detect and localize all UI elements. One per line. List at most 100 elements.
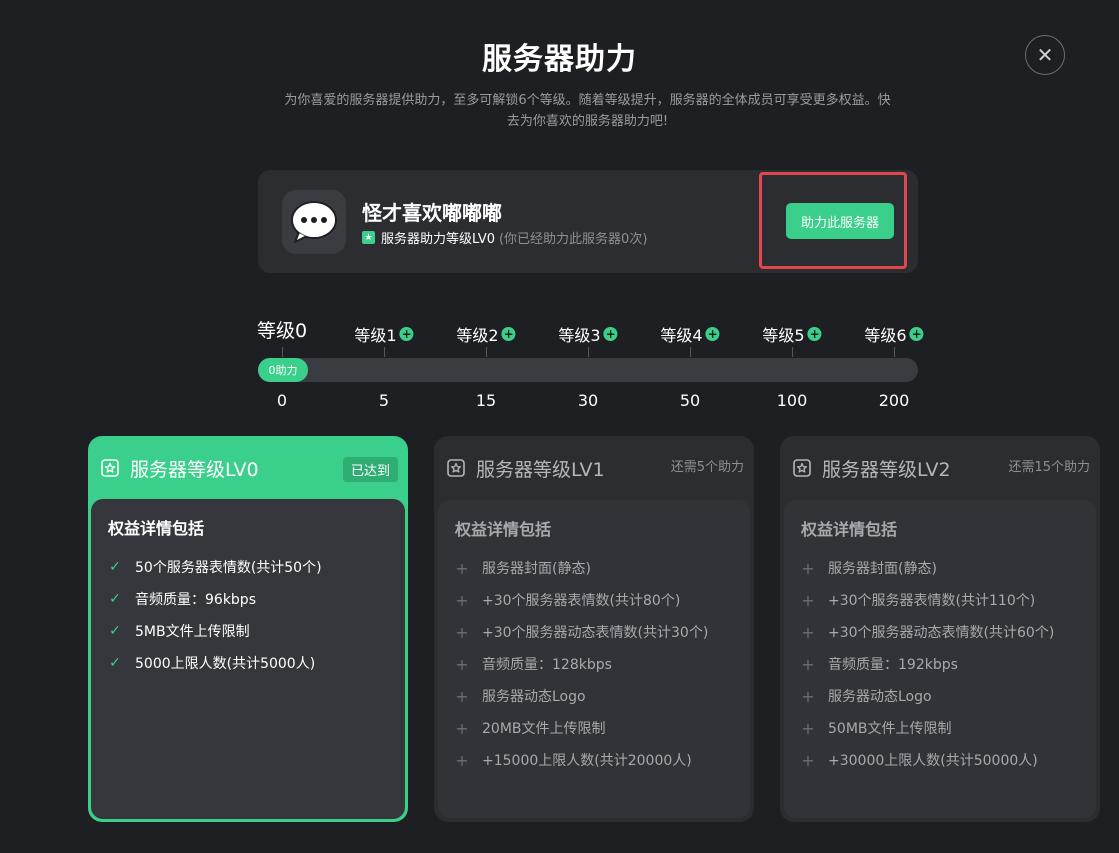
server-name: 怪才喜欢嘟嘟嘟 xyxy=(362,201,502,225)
progress-tick xyxy=(282,347,283,357)
plus-icon: + xyxy=(455,718,469,738)
plus-circle-icon[interactable]: + xyxy=(501,327,516,341)
plus-icon: + xyxy=(801,750,815,770)
star-badge-icon xyxy=(101,459,119,477)
tier-card-lv2: 服务器等级LV2 还需15个助力 权益详情包括 + 服务器封面(静态) + +30个… xyxy=(780,436,1100,822)
tier-body: 权益详情包括 ✓ 50个服务器表情数(共计50个) ✓ 音频质量：96kbps ✓ 5… xyxy=(91,499,405,819)
progress-tick xyxy=(792,347,793,357)
level-label-4: 等级4 + xyxy=(660,326,720,345)
benefit-item: + +30个服务器表情数(共计80个) xyxy=(455,590,681,610)
boost-progress-track xyxy=(258,358,918,382)
benefits-list: + 服务器封面(静态) + +30个服务器表情数(共计110个) + +30个服务器动… xyxy=(801,552,1054,776)
plus-icon: + xyxy=(455,590,469,610)
boost-progress-fill: 0助力 xyxy=(258,358,308,382)
plus-circle-icon[interactable]: + xyxy=(807,327,822,341)
tier-body: 权益详情包括 + 服务器封面(静态) + +30个服务器表情数(共计80个) + +3… xyxy=(438,500,750,818)
benefit-item: + 服务器动态Logo xyxy=(801,686,932,706)
tier-status-text: 还需5个助力 xyxy=(670,460,744,475)
tier-header: 服务器等级LV0 xyxy=(100,453,259,483)
benefit-item: +50MB文件上传限制 xyxy=(801,718,952,738)
star-badge-icon xyxy=(793,459,811,477)
close-button[interactable]: ✕ xyxy=(1025,35,1065,75)
level-label-3: 等级3 + xyxy=(558,326,618,345)
server-avatar xyxy=(282,190,346,254)
benefit-item: + +15000上限人数(共计20000人) xyxy=(455,750,692,770)
plus-circle-icon[interactable]: + xyxy=(399,327,414,341)
subtitle-line-1: 为你喜爱的服务器提供助力，至多可解锁6个等级。随着等级提升，服务器的全体成员可享… xyxy=(284,93,891,108)
threshold-value-3: 30 xyxy=(577,391,599,410)
tier-title: 服务器等级LV2 xyxy=(822,458,951,481)
subtitle-line-2: 去为你喜欢的服务器助力吧! xyxy=(506,114,669,129)
plus-icon: + xyxy=(455,750,469,770)
level-label-2: 等级2 + xyxy=(456,326,516,345)
tier-status-text: 还需15个助力 xyxy=(1008,460,1090,475)
plus-icon: + xyxy=(801,590,815,610)
plus-icon: + xyxy=(801,558,815,578)
progress-tick xyxy=(384,347,385,357)
benefit-item: +20MB文件上传限制 xyxy=(455,718,606,738)
benefit-item: + +30个服务器动态表情数(共计60个) xyxy=(801,622,1055,642)
plus-icon: + xyxy=(455,686,469,706)
tier-header: 服务器等级LV1 xyxy=(446,453,605,483)
benefit-item: + 音频质量：128kbps xyxy=(455,654,612,674)
progress-tick xyxy=(588,347,589,357)
level-label-1: 等级1 + xyxy=(354,326,414,345)
benefits-title: 权益详情包括 xyxy=(801,520,898,539)
benefits-title: 权益详情包括 xyxy=(108,519,205,538)
benefits-title: 权益详情包括 xyxy=(455,520,552,539)
plus-icon: + xyxy=(801,622,815,642)
plus-icon: + xyxy=(801,654,815,674)
plus-icon: + xyxy=(455,622,469,642)
benefits-list: ✓ 50个服务器表情数(共计50个) ✓ 音频质量：96kbps ✓ 5MB文件上传限… xyxy=(108,551,322,679)
server-level-text: 服务器助力等级LV0 xyxy=(381,232,495,247)
plus-icon: + xyxy=(455,654,469,674)
tier-body: 权益详情包括 + 服务器封面(静态) + +30个服务器表情数(共计110个) + +… xyxy=(784,500,1096,818)
plus-circle-icon[interactable]: + xyxy=(909,327,924,341)
threshold-value-0: 0 xyxy=(276,391,288,410)
star-badge-icon xyxy=(447,459,465,477)
benefit-item: + 音频质量：192kbps xyxy=(801,654,958,674)
benefit-item: + +30000上限人数(共计50000人) xyxy=(801,750,1038,770)
server-level-line: ★ 服务器助力等级LV0 (你已经助力此服务器0次) xyxy=(362,228,647,247)
threshold-value-1: 5 xyxy=(378,391,390,410)
threshold-value-5: 100 xyxy=(776,391,808,410)
benefit-item: + 服务器封面(静态) xyxy=(801,558,937,578)
dialog-title: 服务器助力 xyxy=(482,42,637,77)
threshold-value-4: 50 xyxy=(679,391,701,410)
level-badge-icon: ★ xyxy=(362,231,375,244)
progress-tick xyxy=(690,347,691,357)
benefit-item: + +30个服务器表情数(共计110个) xyxy=(801,590,1036,610)
threshold-value-6: 200 xyxy=(878,391,910,410)
benefit-item: ✓ 音频质量：96kbps xyxy=(109,591,256,608)
plus-circle-icon[interactable]: + xyxy=(603,327,618,341)
plus-circle-icon[interactable]: + xyxy=(705,327,720,341)
tier-header: 服务器等级LV2 xyxy=(792,453,951,483)
tier-title: 服务器等级LV0 xyxy=(130,458,259,481)
threshold-value-2: 15 xyxy=(475,391,497,410)
level-label-5: 等级5 + xyxy=(762,326,822,345)
plus-icon: + xyxy=(801,718,815,738)
tier-card-lv1: 服务器等级LV1 还需5个助力 权益详情包括 + 服务器封面(静态) + +30个服… xyxy=(434,436,754,822)
benefit-item: + +30个服务器动态表情数(共计30个) xyxy=(455,622,709,642)
check-icon: ✓ xyxy=(109,623,121,639)
plus-icon: + xyxy=(801,686,815,706)
benefit-item: + 服务器封面(静态) xyxy=(455,558,591,578)
benefit-item: ✓ 50个服务器表情数(共计50个) xyxy=(109,559,322,576)
tier-status-badge: 已达到 xyxy=(342,457,398,482)
benefit-item: ✓ 5MB文件上传限制 xyxy=(109,623,250,640)
check-icon: ✓ xyxy=(109,559,121,575)
plus-icon: + xyxy=(455,558,469,578)
level-label-6: 等级6 + xyxy=(864,326,924,345)
benefits-list: + 服务器封面(静态) + +30个服务器表情数(共计80个) + +30个服务器动态… xyxy=(455,552,708,776)
boost-server-button[interactable]: 助力此服务器 xyxy=(786,203,894,239)
dialog-subtitle: 为你喜爱的服务器提供助力，至多可解锁6个等级。随着等级提升，服务器的全体成员可享… xyxy=(255,90,920,132)
tier-title: 服务器等级LV1 xyxy=(476,458,605,481)
benefit-item: + 服务器动态Logo xyxy=(455,686,586,706)
chat-bubble-icon xyxy=(291,201,337,243)
benefit-item: ✓ 5000上限人数(共计5000人) xyxy=(109,655,316,672)
tier-card-lv0: 服务器等级LV0 已达到 权益详情包括 ✓ 50个服务器表情数(共计50个) ✓ 音… xyxy=(88,436,408,822)
level-label-0: 等级0 xyxy=(256,320,308,342)
check-icon: ✓ xyxy=(109,591,121,607)
progress-tick xyxy=(894,347,895,357)
close-icon: ✕ xyxy=(1036,44,1054,67)
